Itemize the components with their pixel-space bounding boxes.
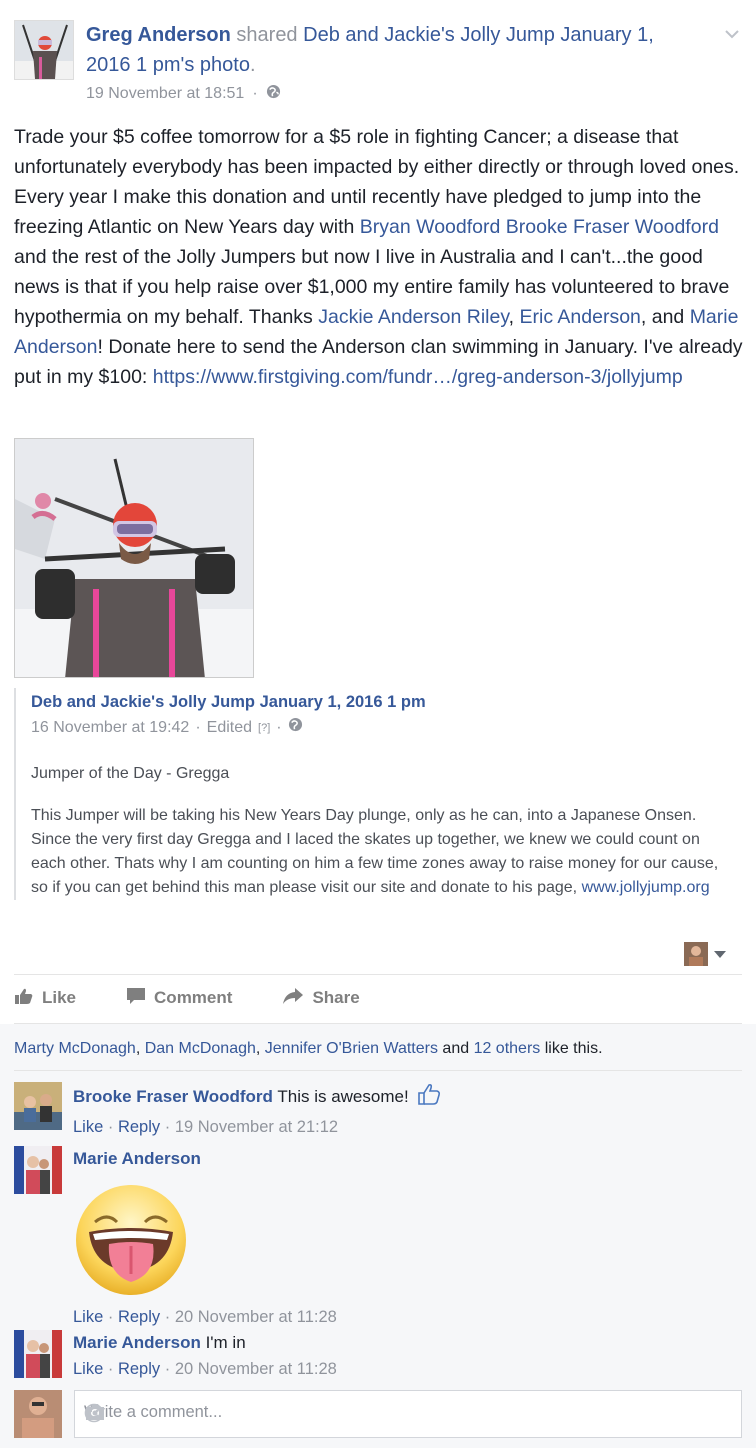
comment-text: This is awesome! [272,1087,409,1106]
likes-sep: , [135,1040,145,1057]
comment-icon [126,987,146,1010]
commenter-name-link[interactable]: Brooke Fraser Woodford [73,1087,273,1106]
like-label: Like [42,988,77,1007]
share-label: Share [312,988,360,1007]
commenter-name-link[interactable]: Marie Anderson [73,1333,201,1352]
caret-down-icon [714,950,726,958]
likes-tail: like this. [540,1040,603,1057]
commenter-name-link[interactable]: Marie Anderson [73,1149,201,1168]
post-meta: 19 November at 18:51 · [86,84,281,104]
emoji-icon[interactable] [84,1403,729,1428]
author-avatar[interactable] [14,20,74,80]
viewer-avatar [684,942,708,966]
meta-dot: · [103,1308,118,1326]
liker-link[interactable]: Marty McDonagh [14,1040,136,1057]
shared-timestamp[interactable]: 16 November at 19:42 [31,716,189,740]
comment-input[interactable]: Write a comment... [74,1390,742,1438]
comments-divider [14,1023,742,1024]
comment-meta: Like · Reply · 19 November at 21:12 [73,1114,713,1140]
edited-label[interactable]: Edited [207,716,252,740]
likes-summary: Marty McDonagh, Dan McDonagh, Jennifer O… [14,1038,603,1060]
comment-timestamp[interactable]: 20 November at 11:28 [175,1308,337,1326]
mention-brooke-fraser-woodford[interactable]: Brooke Fraser Woodford [506,216,719,238]
tongue-out-sticker[interactable] [73,1182,189,1298]
comment-reply-link[interactable]: Reply [118,1308,160,1326]
shared-photo[interactable] [14,438,254,678]
chevron-down-icon[interactable] [724,26,740,42]
actions-divider-top [14,974,742,975]
meta-dot: · [103,1118,118,1136]
thumbs-up-icon [14,987,34,1010]
comment-like-link[interactable]: Like [73,1360,103,1378]
post-actions: Like Comment Share [14,984,360,1012]
globe-icon[interactable] [288,716,303,740]
comment-like-link[interactable]: Like [73,1308,103,1326]
comment-timestamp[interactable]: 19 November at 21:12 [175,1118,338,1136]
comment-reply-link[interactable]: Reply [118,1360,160,1378]
post-message: Trade your $5 coffee tomorrow for a $5 r… [14,122,744,392]
commenter-avatar[interactable] [14,1330,62,1378]
meta-dot: · [252,85,258,102]
commenter-avatar[interactable] [14,1082,62,1130]
likes-sep: , [255,1040,265,1057]
shared-page-title-link[interactable]: Deb and Jackie's Jolly Jump January 1, 2… [31,693,426,711]
donation-url-link[interactable]: https://www.firstgiving.com/fundr…/greg-… [153,366,683,388]
shared-post-meta: 16 November at 19:42 · Edited [?] · [31,716,734,740]
comment-label: Comment [154,988,233,1007]
comment-meta: Like · Reply · 20 November at 11:28 [73,1304,713,1330]
post-timestamp[interactable]: 19 November at 18:51 [86,85,244,103]
thumbs-up-icon [417,1082,441,1114]
post-text-segment: , [508,306,520,328]
meta-dot: · [160,1118,175,1136]
comment-body: Marie Anderson Like · Reply · 20 Novembe… [73,1146,713,1330]
meta-dot: · [160,1308,175,1326]
share-button[interactable]: Share [282,984,360,1012]
like-button[interactable]: Like [14,984,76,1012]
jollyjump-link[interactable]: www.jollyjump.org [582,879,710,896]
meta-dot: · [160,1360,175,1378]
likes-divider [14,1070,742,1071]
comment-composer: Write a comment... [14,1390,742,1438]
comment-like-link[interactable]: Like [73,1118,103,1136]
meta-dot: · [103,1360,118,1378]
mention-jackie-anderson-riley[interactable]: Jackie Anderson Riley [318,306,508,328]
edited-help-link[interactable]: [?] [258,716,270,740]
likes-and: and [437,1040,474,1057]
shared-verb: shared [236,24,298,46]
mention-bryan-woodford[interactable]: Bryan Woodford [360,216,501,238]
shared-post-card: Deb and Jackie's Jolly Jump January 1, 2… [14,688,734,900]
comment-body: Marie Anderson I'm in Like · Reply · 20 … [73,1330,713,1382]
comment-text: I'm in [200,1333,246,1352]
others-link[interactable]: 12 others [474,1040,541,1057]
possessive-text: 's [180,54,195,76]
comment-reply-link[interactable]: Reply [118,1118,160,1136]
author-name-link[interactable]: Greg Anderson [86,24,231,46]
meta-dot: · [195,719,201,736]
comment-meta: Like · Reply · 20 November at 11:28 [73,1356,713,1382]
share-arrow-icon [282,987,304,1010]
comment-timestamp[interactable]: 20 November at 11:28 [175,1360,337,1378]
header-period: . [249,54,256,76]
shared-post-subtitle: Jumper of the Day - Gregga [31,765,230,782]
photo-link[interactable]: photo [200,54,250,76]
globe-icon[interactable] [266,84,281,104]
liker-link[interactable]: Jennifer O'Brien Watters [265,1040,438,1057]
mention-eric-anderson[interactable]: Eric Anderson [519,306,640,328]
liker-link[interactable]: Dan McDonagh [145,1040,256,1057]
post-text-segment: , and [640,306,690,328]
commenter-avatar[interactable] [14,1146,62,1194]
viewer-avatar [14,1390,62,1438]
post-as-selector[interactable] [684,942,726,966]
meta-dot: · [276,719,282,736]
comment-button[interactable]: Comment [126,984,232,1012]
post-header: Greg Anderson shared Deb and Jackie's Jo… [86,20,696,80]
comment-body: Brooke Fraser Woodford This is awesome! … [73,1082,713,1140]
shared-post-body: This Jumper will be taking his New Years… [31,804,734,900]
